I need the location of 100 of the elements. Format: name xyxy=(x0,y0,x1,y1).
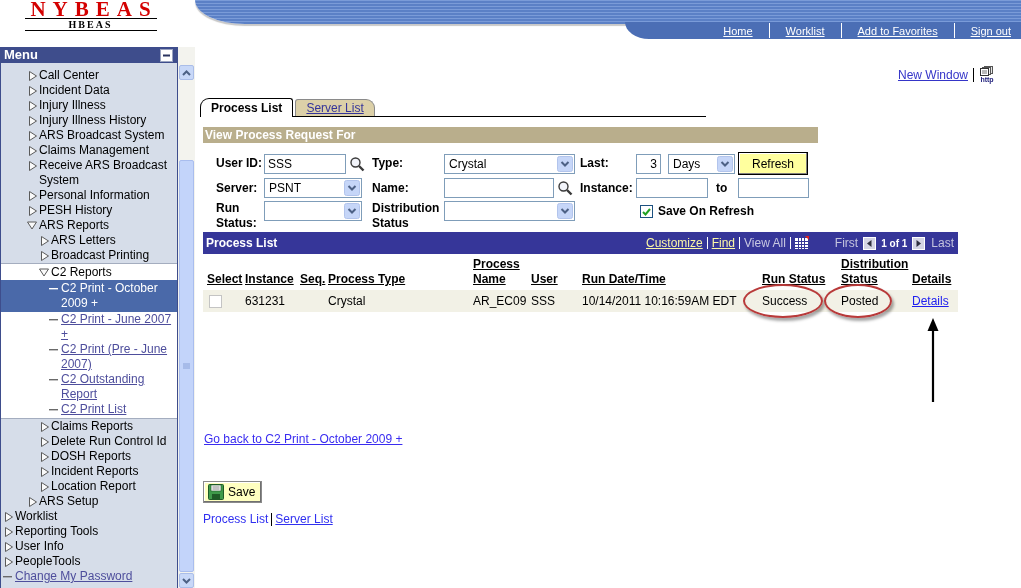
table-cell: 631231 xyxy=(245,293,286,308)
menu-item[interactable]: Worklist xyxy=(1,509,177,524)
chevron-down-icon xyxy=(182,577,191,584)
menu-item[interactable]: ARS Setup xyxy=(1,494,177,509)
dash-icon xyxy=(49,319,58,321)
scroll-down-button[interactable] xyxy=(179,573,194,588)
checkmark-icon xyxy=(642,207,651,216)
last-field[interactable]: 3 xyxy=(636,153,661,174)
nav-link[interactable]: Home xyxy=(719,24,757,37)
menu-item[interactable]: PESH History xyxy=(1,203,177,218)
distribution-status-select[interactable] xyxy=(444,201,575,221)
grid-icon[interactable] xyxy=(794,235,809,249)
menu-item[interactable]: C2 Outstanding Report xyxy=(1,372,177,402)
menu-item[interactable]: Location Report xyxy=(1,479,177,494)
dropdown-icon xyxy=(717,155,733,172)
instance-to-field[interactable] xyxy=(738,178,810,198)
menu-item[interactable]: Injury Illness xyxy=(1,98,177,113)
menu-item[interactable]: ARS Letters xyxy=(1,233,177,248)
pages-icon xyxy=(980,66,994,76)
tab[interactable]: Process List xyxy=(200,98,294,117)
menu-item[interactable]: Delete Run Control Id xyxy=(1,434,177,449)
dash-icon xyxy=(3,576,12,578)
menu-item[interactable]: Incident Data xyxy=(1,83,177,98)
menu-item[interactable]: ARS Reports xyxy=(1,218,177,233)
field-label: Instance: xyxy=(580,180,634,196)
menu-title: Menu xyxy=(4,47,38,63)
minus-icon[interactable] xyxy=(160,48,173,62)
name-field[interactable] xyxy=(444,178,554,198)
column-header[interactable]: Details xyxy=(912,272,952,287)
menu-item[interactable]: Injury Illness History xyxy=(1,113,177,128)
run-status-select[interactable] xyxy=(264,201,362,221)
menu-item[interactable]: User Info xyxy=(1,539,177,554)
type-select[interactable]: Crystal xyxy=(444,153,575,174)
server-select[interactable]: PSNT xyxy=(264,178,362,198)
dash-icon xyxy=(49,379,58,381)
logo-subtitle: HBEAS xyxy=(24,18,157,31)
scrollbar-thumb[interactable] xyxy=(179,160,194,572)
dash-icon xyxy=(49,409,58,411)
column-header[interactable]: Seq. xyxy=(300,272,326,287)
dash-icon xyxy=(49,349,58,351)
save-button[interactable]: Save xyxy=(203,481,263,503)
footer-link[interactable]: Process List xyxy=(203,512,269,526)
nav-link[interactable]: Add to Favorites xyxy=(853,24,942,37)
dash-icon xyxy=(49,288,58,290)
menu-item[interactable]: Change My Password xyxy=(1,569,177,584)
table-cell: Posted xyxy=(841,293,879,308)
footer-link[interactable]: Server List xyxy=(275,512,333,526)
column-header[interactable]: Process Name xyxy=(473,257,529,287)
menu-item[interactable]: DOSH Reports xyxy=(1,449,177,464)
field-label: Name: xyxy=(372,180,410,196)
field-label: User ID: xyxy=(216,156,263,171)
field-label: Run Status: xyxy=(216,201,258,231)
dropdown-icon xyxy=(557,155,573,172)
grid-tool-link[interactable]: Customize xyxy=(646,236,703,250)
scroll-up-button[interactable] xyxy=(179,65,194,80)
menu-item[interactable]: C2 Print - June 2007 + xyxy=(1,312,177,342)
instance-from-field[interactable] xyxy=(636,178,708,198)
menu-item[interactable]: C2 Print (Pre - June 2007) xyxy=(1,342,177,372)
nav-link[interactable]: Worklist xyxy=(781,24,829,37)
dropdown-icon xyxy=(557,203,573,219)
tab[interactable]: Server List xyxy=(295,99,375,116)
search-icon[interactable] xyxy=(557,180,573,196)
column-header[interactable]: Distribution Status xyxy=(841,257,910,287)
details-link[interactable]: Details xyxy=(912,293,949,308)
menu-item[interactable]: PeopleTools xyxy=(1,554,177,569)
column-header[interactable]: Process Type xyxy=(328,272,406,287)
menu-item[interactable]: Personal Information xyxy=(1,188,177,203)
back-link[interactable]: Go back to C2 Print - October 2009 + xyxy=(204,432,403,446)
grip-icon xyxy=(183,362,190,370)
column-header[interactable]: Run Status xyxy=(762,272,826,287)
menu-item[interactable]: Reporting Tools xyxy=(1,524,177,539)
save-icon xyxy=(208,484,224,500)
user-id-field[interactable]: SSS xyxy=(264,153,346,174)
checkbox[interactable] xyxy=(640,205,653,218)
menu-item[interactable]: C2 Reports xyxy=(1,263,177,280)
field-label: Server: xyxy=(216,180,259,196)
grid-tool-link[interactable]: Find xyxy=(711,236,736,250)
menu-item[interactable]: C2 Print - October 2009 + xyxy=(1,280,177,312)
column-header[interactable]: Instance xyxy=(245,272,294,287)
field-label: Type: xyxy=(372,156,405,171)
search-icon[interactable] xyxy=(349,155,365,172)
menu-item[interactable]: Call Center xyxy=(1,68,177,83)
column-header[interactable]: Select xyxy=(207,272,243,287)
grid-title: Process List xyxy=(206,236,279,250)
column-header[interactable]: User xyxy=(531,272,558,287)
menu-item[interactable]: Broadcast Printing xyxy=(1,248,177,263)
new-window-link[interactable]: New Window xyxy=(897,67,968,82)
field-label: Last: xyxy=(580,156,610,171)
menu-item[interactable]: Claims Management xyxy=(1,143,177,158)
checkbox-label: Save On Refresh xyxy=(658,204,755,219)
menu-item[interactable]: Claims Reports xyxy=(1,419,177,434)
period-select[interactable]: Days xyxy=(668,153,735,174)
menu-item[interactable]: C2 Print List xyxy=(1,402,177,419)
refresh-button[interactable]: Refresh xyxy=(738,152,808,175)
row-checkbox[interactable] xyxy=(209,294,222,308)
menu-item[interactable]: Receive ARS Broadcast System xyxy=(1,158,177,188)
menu-item[interactable]: Incident Reports xyxy=(1,464,177,479)
menu-item[interactable]: ARS Broadcast System xyxy=(1,128,177,143)
nav-link[interactable]: Sign out xyxy=(966,24,1015,37)
column-header[interactable]: Run Date/Time xyxy=(582,272,666,287)
